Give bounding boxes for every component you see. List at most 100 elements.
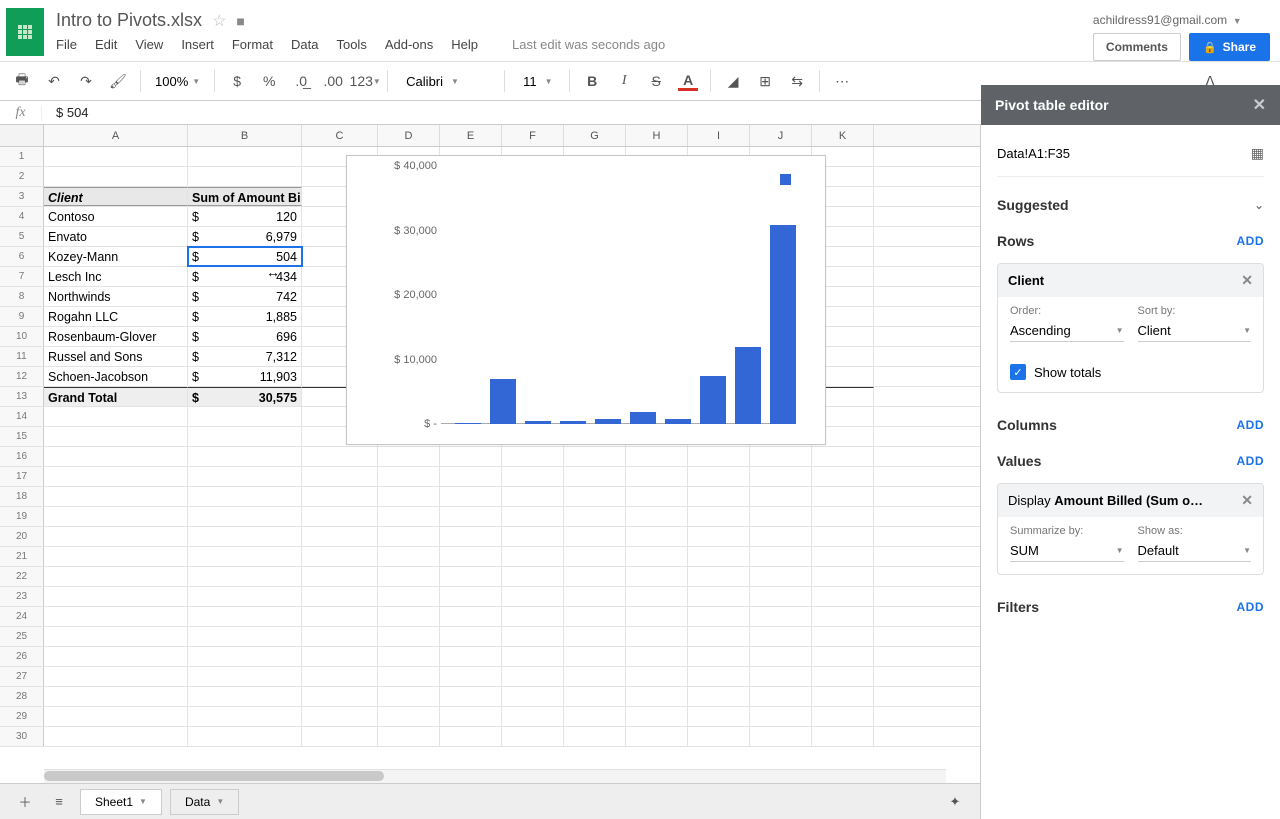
- zoom-select[interactable]: 100%▼: [149, 74, 206, 89]
- remove-row-icon[interactable]: ✕: [1241, 272, 1253, 289]
- cell-empty[interactable]: [44, 667, 188, 686]
- menu-format[interactable]: Format: [232, 37, 273, 52]
- paint-format-icon[interactable]: 🖌: [104, 67, 132, 95]
- cell-empty[interactable]: [564, 707, 626, 726]
- cell-empty[interactable]: [44, 607, 188, 626]
- row-header[interactable]: 11: [0, 347, 44, 366]
- showas-select[interactable]: Default▼: [1138, 540, 1252, 562]
- cell-empty[interactable]: [626, 447, 688, 466]
- cell-amount[interactable]: $742: [188, 287, 302, 306]
- col-header-h[interactable]: H: [626, 125, 688, 146]
- cell-empty[interactable]: [564, 627, 626, 646]
- cell-empty[interactable]: [626, 467, 688, 486]
- menu-help[interactable]: Help: [451, 37, 478, 52]
- currency-icon[interactable]: $: [223, 67, 251, 95]
- col-header-d[interactable]: D: [378, 125, 440, 146]
- all-sheets-button[interactable]: ≡: [46, 789, 72, 815]
- cell-empty[interactable]: [188, 447, 302, 466]
- chart-bar[interactable]: [735, 347, 761, 424]
- cell-empty[interactable]: [188, 407, 302, 426]
- cell-empty[interactable]: [812, 587, 874, 606]
- cell-empty[interactable]: [302, 627, 378, 646]
- add-rows-button[interactable]: ADD: [1237, 234, 1265, 248]
- cell-empty[interactable]: [564, 527, 626, 546]
- chart-bar[interactable]: [700, 376, 726, 424]
- strike-icon[interactable]: S: [642, 67, 670, 95]
- cell-empty[interactable]: [378, 567, 440, 586]
- cell-empty[interactable]: [502, 567, 564, 586]
- cell-empty[interactable]: [440, 487, 502, 506]
- cell-empty[interactable]: [688, 667, 750, 686]
- cell-empty[interactable]: [44, 627, 188, 646]
- cell-empty[interactable]: [378, 487, 440, 506]
- explore-button[interactable]: ✦: [942, 789, 968, 815]
- cell-empty[interactable]: [302, 727, 378, 746]
- sortby-select[interactable]: Client▼: [1138, 320, 1252, 342]
- cell-empty[interactable]: [188, 427, 302, 446]
- row-header[interactable]: 17: [0, 467, 44, 486]
- cell-empty[interactable]: [188, 147, 302, 166]
- row-header[interactable]: 18: [0, 487, 44, 506]
- cell-empty[interactable]: [750, 447, 812, 466]
- cell-empty[interactable]: [626, 667, 688, 686]
- cell-empty[interactable]: [812, 627, 874, 646]
- cell-empty[interactable]: [502, 627, 564, 646]
- row-header[interactable]: 7: [0, 267, 44, 286]
- cell-empty[interactable]: [502, 487, 564, 506]
- cell-empty[interactable]: [564, 567, 626, 586]
- cell-empty[interactable]: [812, 667, 874, 686]
- menu-view[interactable]: View: [135, 37, 163, 52]
- cell-amount[interactable]: $120: [188, 207, 302, 226]
- cell-empty[interactable]: [502, 687, 564, 706]
- row-header[interactable]: 5: [0, 227, 44, 246]
- cell-empty[interactable]: [188, 527, 302, 546]
- cell-empty[interactable]: [564, 547, 626, 566]
- col-header-j[interactable]: J: [750, 125, 812, 146]
- row-header[interactable]: 4: [0, 207, 44, 226]
- row-header[interactable]: 3: [0, 187, 44, 206]
- cell-amount[interactable]: $7,312: [188, 347, 302, 366]
- col-header-a[interactable]: A: [44, 125, 188, 146]
- cell-empty[interactable]: [44, 687, 188, 706]
- cell-client[interactable]: Contoso: [44, 207, 188, 226]
- scrollbar-thumb[interactable]: [44, 771, 384, 781]
- row-header[interactable]: 14: [0, 407, 44, 426]
- dec-increase-icon[interactable]: .00: [319, 67, 347, 95]
- cell-empty[interactable]: [302, 567, 378, 586]
- cell-empty[interactable]: [626, 647, 688, 666]
- chart[interactable]: $ 40,000$ 30,000$ 20,000$ 10,000$ -: [346, 155, 826, 445]
- row-header[interactable]: 19: [0, 507, 44, 526]
- cell-empty[interactable]: [440, 567, 502, 586]
- suggested-section[interactable]: Suggested ⌄: [997, 187, 1264, 223]
- cell-empty[interactable]: [44, 647, 188, 666]
- cell-client[interactable]: Kozey-Mann: [44, 247, 188, 266]
- cell-empty[interactable]: [188, 727, 302, 746]
- chart-bar[interactable]: [595, 419, 621, 424]
- cell-empty[interactable]: [502, 607, 564, 626]
- cell-empty[interactable]: [502, 507, 564, 526]
- summarize-select[interactable]: SUM▼: [1010, 540, 1124, 562]
- cell-empty[interactable]: [440, 727, 502, 746]
- cell-empty[interactable]: [378, 607, 440, 626]
- text-color-icon[interactable]: A: [674, 67, 702, 95]
- cell-empty[interactable]: [188, 547, 302, 566]
- cell-empty[interactable]: [626, 587, 688, 606]
- tab-sheet1[interactable]: Sheet1▼: [80, 789, 162, 815]
- cell-empty[interactable]: [440, 647, 502, 666]
- select-all-corner[interactable]: [0, 125, 44, 146]
- col-header-g[interactable]: G: [564, 125, 626, 146]
- chart-bar[interactable]: [630, 412, 656, 424]
- pivot-data-range[interactable]: Data!A1:F35: [997, 146, 1070, 161]
- borders-icon[interactable]: ⊞: [751, 67, 779, 95]
- cell-empty[interactable]: [378, 627, 440, 646]
- share-button[interactable]: 🔒 Share: [1189, 33, 1270, 61]
- sheet-area[interactable]: A B C D E F G H I J K 123ClientSum of Am…: [0, 125, 980, 819]
- cell-empty[interactable]: [688, 627, 750, 646]
- cell-empty[interactable]: [440, 627, 502, 646]
- cell-empty[interactable]: [188, 667, 302, 686]
- cell-empty[interactable]: [564, 487, 626, 506]
- cell-empty[interactable]: [378, 687, 440, 706]
- cell-empty[interactable]: [564, 687, 626, 706]
- cell-empty[interactable]: [688, 527, 750, 546]
- cell-empty[interactable]: [688, 647, 750, 666]
